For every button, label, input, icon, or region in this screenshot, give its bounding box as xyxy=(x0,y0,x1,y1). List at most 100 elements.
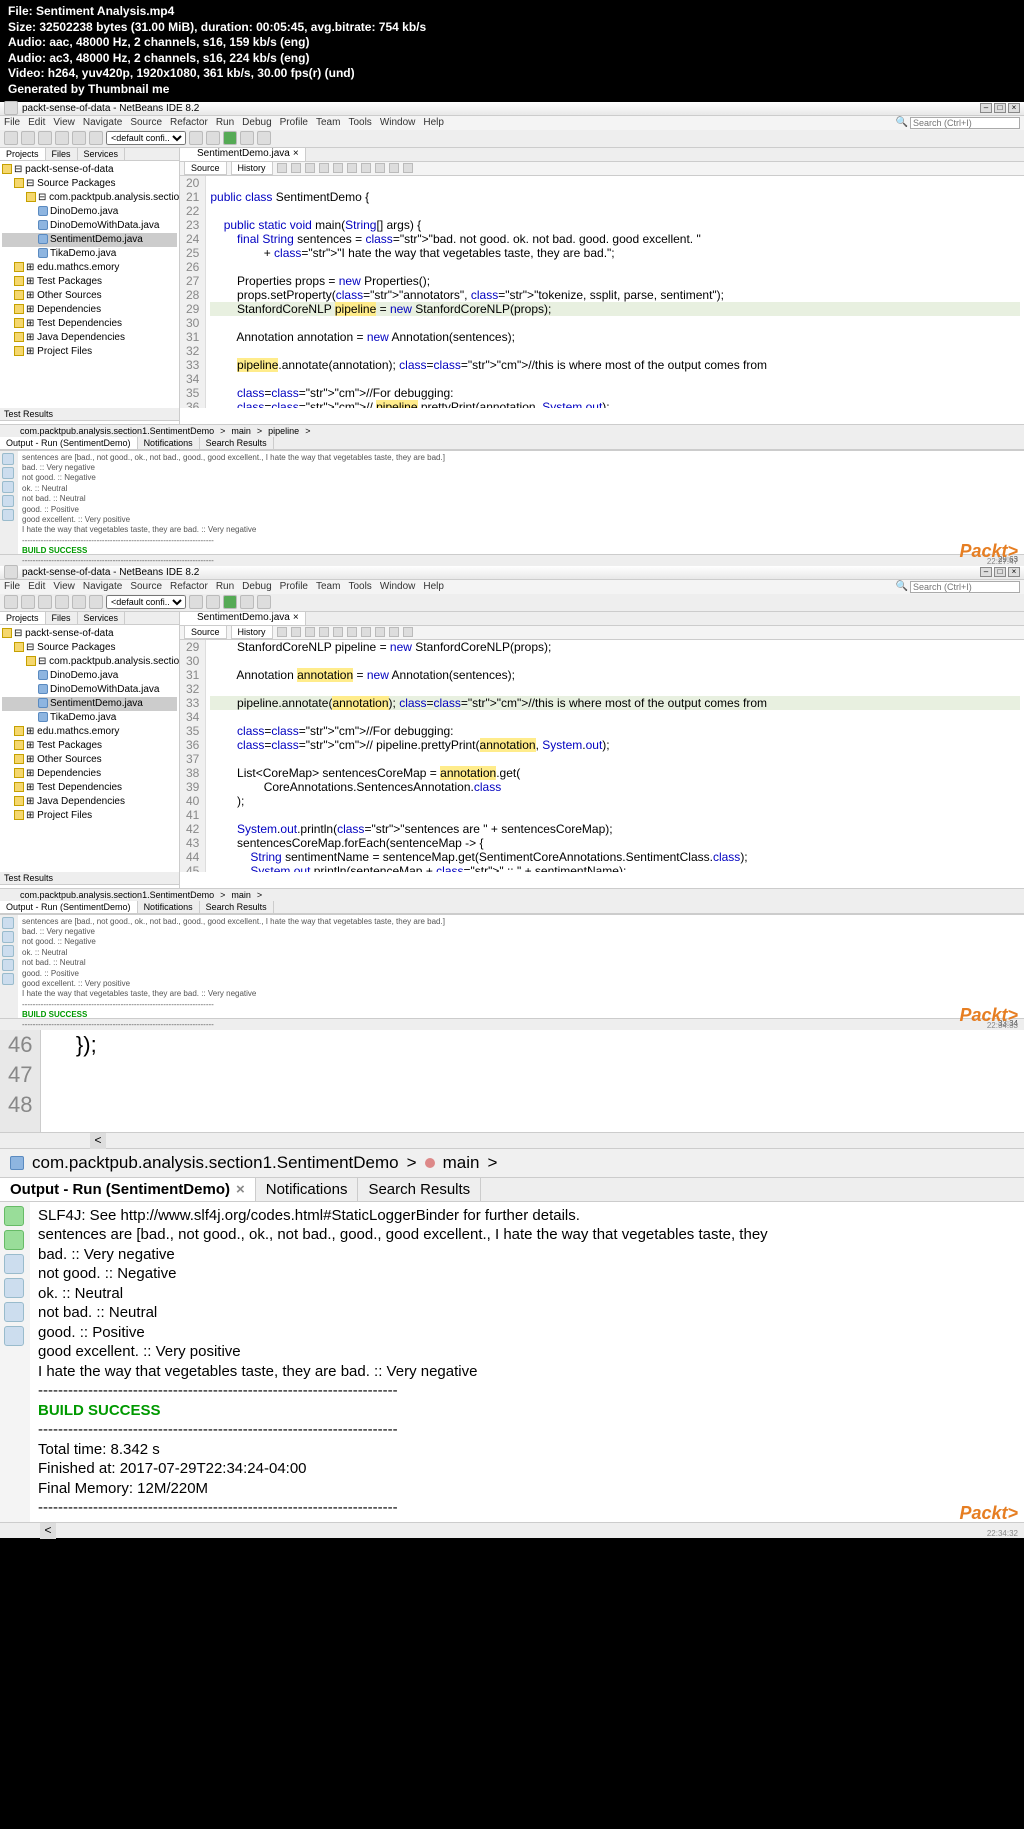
tree-node[interactable]: DinoDemoWithData.java xyxy=(2,219,177,233)
editor-tool-icon[interactable] xyxy=(305,627,315,637)
menu-run[interactable]: Run xyxy=(216,581,234,592)
config-select[interactable]: <default confi... xyxy=(106,595,186,609)
tree-node[interactable]: ⊞ Test Packages xyxy=(2,739,177,753)
menu-file[interactable]: File xyxy=(4,117,20,128)
bc-class[interactable]: com.packtpub.analysis.section1.Sentiment… xyxy=(32,1153,399,1173)
panel-tab-projects[interactable]: Projects xyxy=(0,148,46,160)
bc-method[interactable]: main xyxy=(443,1153,480,1173)
tab-search-results[interactable]: Search Results xyxy=(358,1178,481,1201)
horizontal-scrollbar[interactable]: < xyxy=(0,1132,1024,1148)
menu-refactor[interactable]: Refactor xyxy=(170,117,208,128)
source-button[interactable]: Source xyxy=(184,625,227,639)
tab-output-run[interactable]: Output - Run (SentimentDemo)× xyxy=(0,1178,256,1201)
open-icon[interactable] xyxy=(38,595,52,609)
panel-tab-services[interactable]: Services xyxy=(78,612,126,624)
tree-node[interactable]: ⊞ edu.mathcs.emory xyxy=(2,261,177,275)
profile-icon[interactable] xyxy=(257,131,271,145)
new-file-icon[interactable] xyxy=(4,131,18,145)
tree-node[interactable]: ⊞ Test Dependencies xyxy=(2,781,177,795)
menu-run[interactable]: Run xyxy=(216,117,234,128)
search-input[interactable] xyxy=(910,117,1020,129)
panel-tab-files[interactable]: Files xyxy=(46,148,78,160)
output-tab[interactable]: Search Results xyxy=(200,437,274,449)
editor-tool-icon[interactable] xyxy=(319,627,329,637)
quick-search[interactable]: 🔍 xyxy=(896,581,1020,593)
tree-node[interactable]: ⊟ packt-sense-of-data xyxy=(2,163,177,177)
source-button[interactable]: Source xyxy=(184,161,227,175)
tree-node[interactable]: SentimentDemo.java xyxy=(2,233,177,247)
project-tree[interactable]: ⊟ packt-sense-of-data⊟ Source Packages⊟ … xyxy=(0,625,179,872)
tree-node[interactable]: DinoDemo.java xyxy=(2,205,177,219)
bc-var[interactable]: pipeline xyxy=(268,426,299,436)
close-button[interactable]: × xyxy=(1008,103,1020,113)
scroll-left-icon[interactable]: < xyxy=(40,1523,56,1539)
output-tab[interactable]: Output - Run (SentimentDemo) xyxy=(0,901,138,913)
history-button[interactable]: History xyxy=(231,625,273,639)
output-tab[interactable]: Search Results xyxy=(200,901,274,913)
tree-node[interactable]: ⊞ edu.mathcs.emory xyxy=(2,725,177,739)
clean-build-icon[interactable] xyxy=(206,131,220,145)
code-editor[interactable]: 2930313233343536373839404142434445 Stanf… xyxy=(180,640,1024,872)
menu-help[interactable]: Help xyxy=(423,581,444,592)
code-lines[interactable]: public class SentimentDemo { public stat… xyxy=(206,176,1024,408)
output-console[interactable]: sentences are [bad., not good., ok., not… xyxy=(18,451,1024,554)
tree-node[interactable]: ⊟ Source Packages xyxy=(2,641,177,655)
menu-view[interactable]: View xyxy=(53,581,75,592)
tab-sentimentdemo[interactable]: SentimentDemo.java× xyxy=(180,148,306,161)
run-icon[interactable] xyxy=(223,131,237,145)
tab-sentimentdemo[interactable]: SentimentDemo.java× xyxy=(180,612,306,625)
rerun-icon[interactable] xyxy=(2,917,14,929)
history-button[interactable]: History xyxy=(231,161,273,175)
redo-icon[interactable] xyxy=(89,131,103,145)
output-console[interactable]: SLF4J: See http://www.slf4j.org/codes.ht… xyxy=(30,1202,1024,1522)
editor-tool-icon[interactable] xyxy=(375,627,385,637)
code-editor-zoom[interactable]: 464748 }); xyxy=(0,1030,1024,1132)
bc-method[interactable]: main xyxy=(231,426,251,436)
menu-view[interactable]: View xyxy=(53,117,75,128)
save-all-icon[interactable] xyxy=(55,595,69,609)
menu-team[interactable]: Team xyxy=(316,117,340,128)
editor-tool-icon[interactable] xyxy=(277,163,287,173)
bc-method[interactable]: main xyxy=(231,890,251,900)
tree-node[interactable]: ⊞ Java Dependencies xyxy=(2,795,177,809)
run-icon[interactable] xyxy=(223,595,237,609)
undo-icon[interactable] xyxy=(72,131,86,145)
code-lines[interactable]: StanfordCoreNLP pipeline = new StanfordC… xyxy=(206,640,1024,872)
wrap-icon[interactable] xyxy=(4,1302,24,1322)
tab-notifications[interactable]: Notifications xyxy=(256,1178,359,1201)
editor-tool-icon[interactable] xyxy=(333,627,343,637)
editor-tool-icon[interactable] xyxy=(277,627,287,637)
quick-search[interactable]: 🔍 xyxy=(896,117,1020,129)
tree-node[interactable]: ⊟ com.packtpub.analysis.section1 xyxy=(2,655,177,669)
clear-icon[interactable] xyxy=(2,509,14,521)
menu-debug[interactable]: Debug xyxy=(242,117,271,128)
clean-build-icon[interactable] xyxy=(206,595,220,609)
menu-navigate[interactable]: Navigate xyxy=(83,117,122,128)
menu-edit[interactable]: Edit xyxy=(28,581,45,592)
tree-node[interactable]: ⊞ Dependencies xyxy=(2,767,177,781)
editor-tool-icon[interactable] xyxy=(403,627,413,637)
rerun-failed-icon[interactable] xyxy=(2,931,14,943)
stop-icon[interactable] xyxy=(4,1254,24,1274)
menu-source[interactable]: Source xyxy=(130,581,162,592)
minimize-button[interactable]: – xyxy=(980,567,992,577)
menu-window[interactable]: Window xyxy=(380,581,416,592)
code-editor[interactable]: 2021222324252627282930313233343536 publi… xyxy=(180,176,1024,408)
menu-window[interactable]: Window xyxy=(380,117,416,128)
editor-tool-icon[interactable] xyxy=(375,163,385,173)
tree-node[interactable]: ⊟ Source Packages xyxy=(2,177,177,191)
tree-node[interactable]: ⊟ com.packtpub.analysis.section1 xyxy=(2,191,177,205)
stop-icon[interactable] xyxy=(2,481,14,493)
maximize-button[interactable]: □ xyxy=(994,567,1006,577)
panel-tab-services[interactable]: Services xyxy=(78,148,126,160)
maximize-button[interactable]: □ xyxy=(994,103,1006,113)
menu-source[interactable]: Source xyxy=(130,117,162,128)
save-icon[interactable] xyxy=(4,1278,24,1298)
clear-icon[interactable] xyxy=(4,1326,24,1346)
clear-icon[interactable] xyxy=(2,973,14,985)
editor-tool-icon[interactable] xyxy=(333,163,343,173)
undo-icon[interactable] xyxy=(72,595,86,609)
config-select[interactable]: <default confi... xyxy=(106,131,186,145)
panel-tab-files[interactable]: Files xyxy=(46,612,78,624)
rerun-icon[interactable] xyxy=(4,1206,24,1226)
